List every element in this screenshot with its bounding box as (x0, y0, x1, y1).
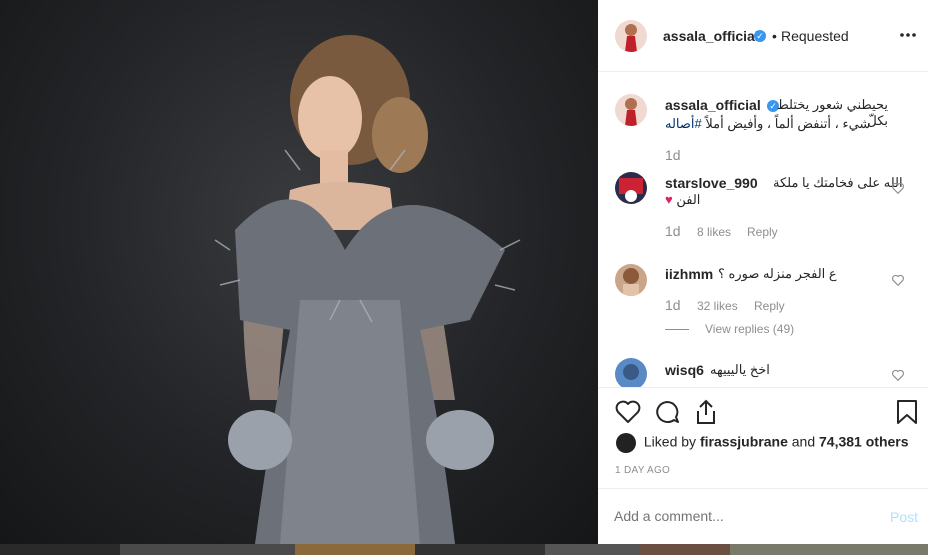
comment-avatar[interactable] (615, 172, 647, 204)
liker-avatar[interactable] (616, 433, 636, 453)
comment-text-line1: ع الفجر منزله صوره ؟ (718, 266, 837, 281)
follow-status-button[interactable]: Requested (781, 28, 849, 44)
thumbnail-strip (0, 544, 928, 555)
view-replies-line (665, 329, 689, 330)
comments-list[interactable]: assala_official ✓ يحيطني شعور يختلط بكلّ… (598, 72, 928, 388)
header-separator: • (772, 28, 777, 44)
heart-icon[interactable] (615, 400, 641, 424)
add-comment-bar: Post (598, 488, 928, 545)
avatar-image (625, 98, 637, 126)
verified-badge-icon: ✓ (754, 30, 766, 42)
more-horizontal-icon[interactable] (900, 33, 916, 37)
avatar-image (623, 364, 639, 380)
post-side-panel: assala_official ✓ • Requested assala_off… (598, 0, 928, 544)
likes-summary: Liked by firassjubrane and 74,381 others (616, 433, 909, 453)
comment-username[interactable]: wisq6 (665, 362, 704, 378)
caption-username[interactable]: assala_official (665, 97, 761, 113)
post-button[interactable]: Post (890, 509, 918, 525)
caption-avatar[interactable] (615, 94, 647, 126)
comment-input[interactable] (614, 508, 864, 524)
avatar-image (625, 24, 637, 52)
reply-button[interactable]: Reply (747, 225, 778, 239)
likes-middle: and (791, 433, 816, 450)
caption-text-plain: شيء ، أتنفض ألماً ، وأفيض أملاً (705, 116, 871, 131)
post-timestamp[interactable]: 1 DAY AGO (615, 465, 670, 476)
comment-avatar[interactable] (615, 264, 647, 296)
comment-time[interactable]: 1d (665, 223, 681, 239)
comment-text-line1: اخخ ياليييهه (710, 362, 770, 377)
comment-like-icon[interactable] (891, 273, 905, 287)
comment-text-line2: الفن ♥ (665, 192, 700, 208)
caption-text-line2: شيء ، أتنفض ألماً ، وأفيض أملاً #أصاله (665, 116, 887, 132)
liker-username[interactable]: firassjubrane (700, 434, 788, 450)
reply-button[interactable]: Reply (754, 299, 785, 313)
caption-hashtag[interactable]: #أصاله (665, 116, 702, 131)
comment-text-second: الفن (676, 192, 701, 207)
caption-time[interactable]: 1d (665, 147, 681, 163)
header-username[interactable]: assala_official (663, 28, 759, 44)
likes-prefix: Liked by (643, 433, 697, 450)
avatar-image (619, 178, 643, 202)
comment-avatar[interactable] (615, 358, 647, 387)
comment-time[interactable]: 1d (665, 297, 681, 313)
comment-username[interactable]: starslove_990 (665, 175, 758, 191)
woman-in-gown-image (214, 35, 521, 544)
bookmark-icon[interactable] (896, 399, 918, 425)
post-photo[interactable] (0, 0, 598, 544)
comment-like-icon[interactable] (891, 368, 905, 382)
view-replies-button[interactable]: View replies (49) (705, 322, 794, 336)
comment-username[interactable]: iizhmm (665, 266, 713, 282)
comment-icon[interactable] (654, 400, 680, 424)
avatar-image (623, 268, 639, 296)
action-bar (598, 398, 928, 428)
likes-count[interactable]: 74,381 others (819, 434, 909, 450)
comment-likes[interactable]: 32 likes (697, 299, 738, 313)
post-header: assala_official ✓ • Requested (598, 0, 928, 72)
comment-likes[interactable]: 8 likes (697, 225, 731, 239)
comment-like-icon[interactable] (891, 181, 905, 195)
avatar[interactable] (615, 20, 647, 52)
share-icon[interactable] (694, 399, 718, 425)
red-heart-emoji: ♥ (665, 192, 673, 207)
comment-text-line1: الله على فخامتك يا ملكة (773, 175, 903, 190)
